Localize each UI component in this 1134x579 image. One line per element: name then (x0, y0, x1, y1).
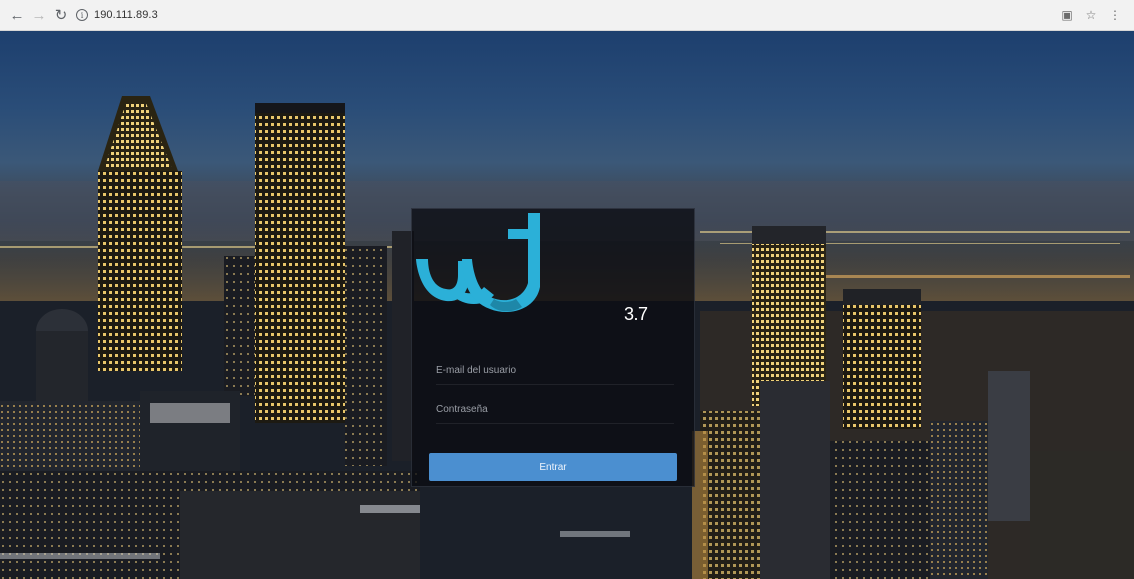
info-icon[interactable]: i (76, 9, 88, 21)
toolbar-actions: ▣ ☆ ⋮ (1058, 4, 1124, 26)
wj-logo (416, 213, 540, 313)
email-field[interactable] (436, 357, 674, 385)
version-label: 3.7 (624, 304, 648, 324)
login-button[interactable]: Entrar (429, 453, 677, 481)
url-text[interactable]: 190.111.89.3 (94, 9, 158, 21)
browser-toolbar: ← → ↻ i 190.111.89.3 ▣ ☆ ⋮ (0, 0, 1134, 31)
reload-icon[interactable]: ↻ (50, 4, 72, 26)
forward-arrow-icon[interactable]: → (28, 4, 50, 26)
background-city-image: 3.7 Entrar (0, 31, 1134, 579)
bookmark-star-icon[interactable]: ☆ (1082, 4, 1100, 26)
login-panel: 3.7 Entrar (411, 208, 695, 487)
translate-icon[interactable]: ▣ (1058, 4, 1076, 26)
password-field[interactable] (436, 396, 674, 424)
back-arrow-icon[interactable]: ← (6, 4, 28, 26)
address-bar[interactable]: i 190.111.89.3 (76, 4, 158, 26)
menu-kebab-icon[interactable]: ⋮ (1106, 4, 1124, 26)
